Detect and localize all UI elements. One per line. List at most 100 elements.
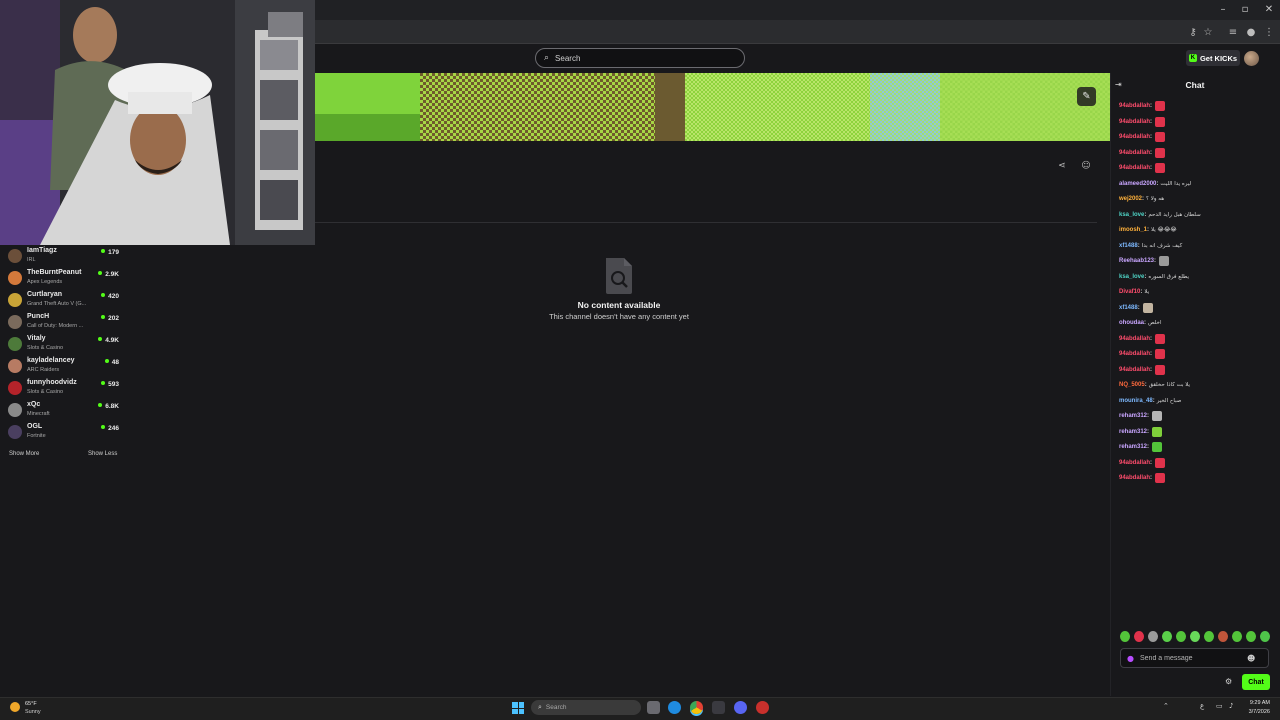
taskbar-clock-time[interactable]: 9:29 AM bbox=[1246, 700, 1270, 706]
weather-temperature[interactable]: 65°F bbox=[25, 701, 37, 707]
chat-username[interactable]: reham312 bbox=[1119, 444, 1147, 450]
site-search-box[interactable]: ⌕ bbox=[535, 48, 745, 68]
emoji-picker-icon[interactable]: ☻ bbox=[1247, 654, 1255, 663]
chat-emote-icon bbox=[1155, 101, 1166, 111]
chat-separator: : bbox=[1144, 320, 1146, 326]
taskbar-search-box[interactable]: ⌕ bbox=[531, 700, 641, 715]
extensions-icon[interactable]: ≡ bbox=[1226, 27, 1240, 39]
live-dot-icon bbox=[104, 359, 109, 363]
send-chat-button[interactable]: Chat bbox=[1242, 674, 1270, 690]
microphone-icon[interactable]: ● bbox=[1127, 654, 1134, 663]
sidebar-channel-item[interactable]: OGL Fortnite 246 bbox=[8, 422, 122, 444]
chat-username[interactable]: wej2002 bbox=[1119, 196, 1142, 202]
sidebar-channel-item[interactable]: Vitaly Slots & Casino 4.9K bbox=[8, 334, 122, 356]
recommended-channels-sidebar: IamTiagz IRL 179 TheBurntPeanut Apex Leg… bbox=[0, 245, 125, 465]
weather-condition[interactable]: Sunny bbox=[25, 709, 41, 715]
user-avatar[interactable] bbox=[1244, 51, 1259, 66]
volume-icon[interactable]: ♪ bbox=[1229, 702, 1233, 710]
quick-emote-icon[interactable] bbox=[1246, 631, 1256, 642]
chat-username[interactable]: NQ_5005 bbox=[1119, 382, 1145, 388]
sidebar-channel-item[interactable]: xQc Minecraft 6.8K bbox=[8, 400, 122, 422]
collapse-chat-icon[interactable]: ⇥ bbox=[1115, 80, 1125, 90]
share-icon[interactable]: ⋖ bbox=[1056, 161, 1068, 173]
key-icon[interactable]: ⚷ bbox=[1186, 27, 1200, 39]
quick-emote-icon[interactable] bbox=[1162, 631, 1172, 642]
quick-emote-icon[interactable] bbox=[1218, 631, 1228, 642]
quick-emote-icon[interactable] bbox=[1190, 631, 1200, 642]
task-view-icon[interactable] bbox=[647, 701, 660, 714]
chat-username[interactable]: Reehaab123 bbox=[1119, 258, 1154, 264]
show-less-button[interactable]: Show Less bbox=[88, 451, 117, 457]
windows-start-icon[interactable] bbox=[512, 702, 524, 714]
chat-message: NQ_5005: يلا بت كاذا حخلقق bbox=[1119, 379, 1190, 391]
chat-emote-icon bbox=[1155, 132, 1166, 142]
chat-emote-icon bbox=[1155, 473, 1166, 483]
minimize-icon[interactable]: – bbox=[1216, 4, 1230, 16]
chat-input-box[interactable]: ● ☻ bbox=[1120, 648, 1269, 668]
chat-username[interactable]: 94abdallah bbox=[1119, 475, 1150, 481]
language-icon[interactable]: ع bbox=[1200, 702, 1204, 710]
recording-app-icon[interactable] bbox=[756, 701, 769, 714]
chat-username[interactable]: ksa_love bbox=[1119, 212, 1144, 218]
taskbar-search-input[interactable] bbox=[545, 704, 616, 711]
quick-emote-icon[interactable] bbox=[1232, 631, 1242, 642]
quick-emote-icon[interactable] bbox=[1120, 631, 1130, 642]
tray-chevron-up-icon[interactable]: ⌃ bbox=[1163, 702, 1169, 710]
chat-message: 94abdallah: bbox=[1119, 364, 1166, 376]
weather-sun-icon[interactable] bbox=[10, 702, 20, 712]
quick-emote-icon[interactable] bbox=[1204, 631, 1214, 642]
edge-browser-icon[interactable] bbox=[668, 701, 681, 714]
show-more-button[interactable]: Show More bbox=[9, 451, 39, 457]
capture-app-icon[interactable] bbox=[712, 701, 725, 714]
channel-category: Fortnite bbox=[27, 433, 46, 439]
quick-emote-icon[interactable] bbox=[1176, 631, 1186, 642]
chat-username[interactable]: alameed2000 bbox=[1119, 181, 1156, 187]
taskbar-clock-date[interactable]: 3/7/2026 bbox=[1242, 709, 1270, 715]
chat-username[interactable]: mounira_48 bbox=[1119, 398, 1153, 404]
maximize-icon[interactable]: ▫ bbox=[1238, 4, 1252, 16]
quick-emote-icon[interactable] bbox=[1134, 631, 1144, 642]
chat-message: mounira_48: صباح الخير bbox=[1119, 395, 1181, 407]
network-icon[interactable]: ▭ bbox=[1216, 702, 1223, 710]
chat-username[interactable]: xf1488 bbox=[1119, 243, 1138, 249]
star-icon[interactable]: ☆ bbox=[1201, 27, 1215, 39]
sidebar-channel-item[interactable]: kayladelancey ARC Raiders 48 bbox=[8, 356, 122, 378]
sidebar-channel-item[interactable]: TheBurntPeanut Apex Legends 2.9K bbox=[8, 268, 122, 290]
quick-emote-icon[interactable] bbox=[1260, 631, 1270, 642]
search-input[interactable] bbox=[555, 53, 726, 63]
get-kicks-button[interactable]: K Get KICKs bbox=[1186, 50, 1240, 66]
profile-icon[interactable]: ● bbox=[1244, 27, 1258, 39]
chat-username[interactable]: ksa_love bbox=[1119, 274, 1144, 280]
sidebar-channel-item[interactable]: Curtlaryan Grand Theft Auto V (G... 420 bbox=[8, 290, 122, 312]
sidebar-channel-item[interactable]: PuncH Call of Duty: Modern ... 202 bbox=[8, 312, 122, 334]
close-icon[interactable]: ✕ bbox=[1262, 4, 1276, 16]
chat-username[interactable]: 94abdallah bbox=[1119, 165, 1150, 171]
chat-settings-icon[interactable]: ⚙ bbox=[1225, 677, 1235, 687]
edit-banner-button[interactable]: ✎ bbox=[1077, 87, 1096, 106]
chat-username[interactable]: reham312 bbox=[1119, 429, 1147, 435]
chat-username[interactable]: imoosh_1 bbox=[1119, 227, 1147, 233]
chat-username[interactable]: ohoudaa bbox=[1119, 320, 1144, 326]
channel-name: Curtlaryan bbox=[27, 291, 63, 298]
sidebar-channel-item[interactable]: funnyhoodvidz Slots & Casino 593 bbox=[8, 378, 122, 400]
chat-username[interactable]: 94abdallah bbox=[1119, 134, 1150, 140]
chat-username[interactable]: Divaf10 bbox=[1119, 289, 1140, 295]
chat-username[interactable]: 94abdallah bbox=[1119, 351, 1150, 357]
chat-username[interactable]: 94abdallah bbox=[1119, 336, 1150, 342]
chat-message-input[interactable] bbox=[1139, 654, 1245, 662]
quick-emote-icon[interactable] bbox=[1148, 631, 1158, 642]
sidebar-channel-item[interactable]: IamTiagz IRL 179 bbox=[8, 246, 122, 268]
follow-user-icon[interactable]: ☺ bbox=[1080, 161, 1092, 173]
chat-username[interactable]: xf1488 bbox=[1119, 305, 1138, 311]
chat-username[interactable]: 94abdallah bbox=[1119, 150, 1150, 156]
channel-name: xQc bbox=[27, 401, 41, 408]
chrome-browser-icon[interactable] bbox=[690, 701, 703, 714]
chat-username[interactable]: 94abdallah bbox=[1119, 367, 1150, 373]
chat-username[interactable]: 94abdallah bbox=[1119, 119, 1150, 125]
discord-icon[interactable] bbox=[734, 701, 747, 714]
menu-icon[interactable]: ⋮ bbox=[1262, 27, 1276, 39]
chat-username[interactable]: reham312 bbox=[1119, 413, 1147, 419]
chat-message: 94abdallah: bbox=[1119, 147, 1166, 159]
chat-username[interactable]: 94abdallah bbox=[1119, 460, 1150, 466]
chat-username[interactable]: 94abdallah bbox=[1119, 103, 1150, 109]
